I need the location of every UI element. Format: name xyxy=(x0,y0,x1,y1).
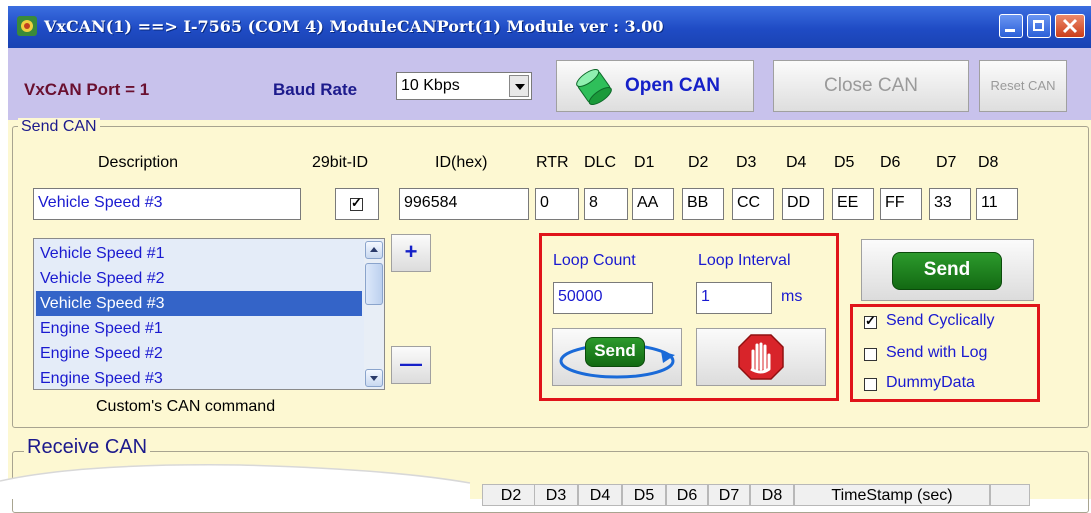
port-label: VxCAN Port = 1 xyxy=(24,80,150,99)
d4-field[interactable]: DD xyxy=(782,188,824,220)
page-curl-overlay xyxy=(0,464,471,499)
bit29-checkbox[interactable] xyxy=(350,195,363,211)
send-with-log-label: Send with Log xyxy=(886,344,988,361)
window-title: VxCAN(1) ==> I-7565 (COM 4) ModuleCANPor… xyxy=(44,17,664,36)
stop-hand-icon xyxy=(738,334,784,380)
send-cyclically-label: Send Cyclically xyxy=(886,312,995,329)
loop-count-label: Loop Count xyxy=(553,252,636,269)
description-header: Description xyxy=(98,154,179,171)
d3-header: D3 xyxy=(736,154,757,171)
d3-field[interactable]: CC xyxy=(732,188,774,220)
rtr-header: RTR xyxy=(536,154,569,171)
d1-field[interactable]: AA xyxy=(632,188,674,220)
scroll-thumb[interactable] xyxy=(365,263,383,305)
loop-send-button[interactable]: Send xyxy=(552,328,682,386)
d5-header: D5 xyxy=(834,154,855,171)
baud-rate-value: 10 Kbps xyxy=(401,77,460,94)
interval-unit-label: ms xyxy=(781,288,803,305)
remove-command-button[interactable]: — xyxy=(391,346,431,384)
loop-interval-field[interactable]: 1 xyxy=(696,282,772,314)
baud-rate-label: Baud Rate xyxy=(273,80,358,99)
title-bar[interactable]: VxCAN(1) ==> I-7565 (COM 4) ModuleCANPor… xyxy=(8,6,1091,48)
d6-field[interactable]: FF xyxy=(880,188,922,220)
chevron-down-icon[interactable] xyxy=(509,75,529,97)
d7-field[interactable]: 33 xyxy=(929,188,971,220)
close-can-button[interactable]: Close CAN xyxy=(773,60,969,112)
list-item[interactable]: Vehicle Speed #1 xyxy=(36,241,362,266)
d6-header: D6 xyxy=(880,154,901,171)
custom-command-label: Custom's CAN command xyxy=(96,398,276,415)
dlc-header: DLC xyxy=(584,154,617,171)
dlc-field[interactable]: 8 xyxy=(584,188,628,220)
list-scrollbar[interactable] xyxy=(364,239,384,389)
d2-header: D2 xyxy=(688,154,709,171)
loop-count-field[interactable]: 50000 xyxy=(553,282,653,314)
dummy-data-checkbox[interactable] xyxy=(864,378,877,391)
send-button[interactable]: Send xyxy=(861,239,1034,301)
minimize-button[interactable] xyxy=(999,14,1023,38)
id-hex-field[interactable]: 996584 xyxy=(399,188,529,220)
loop-send-label: Send xyxy=(585,337,645,367)
rtr-field[interactable]: 0 xyxy=(535,188,579,220)
send-can-legend: Send CAN xyxy=(18,118,100,136)
scroll-up-icon[interactable] xyxy=(365,241,383,259)
can-cylinder-icon xyxy=(576,69,612,105)
open-can-label: Open CAN xyxy=(625,75,720,96)
description-field[interactable]: Vehicle Speed #3 xyxy=(33,188,301,220)
reset-can-button[interactable]: Reset CAN xyxy=(979,60,1067,112)
send-cyclically-checkbox[interactable] xyxy=(864,313,877,329)
list-item[interactable]: Engine Speed #1 xyxy=(36,316,362,341)
baud-rate-select[interactable]: 10 Kbps xyxy=(396,72,532,100)
open-can-button[interactable]: Open CAN xyxy=(556,60,754,112)
list-item-selected[interactable]: Vehicle Speed #3 xyxy=(36,291,362,316)
app-icon xyxy=(17,16,37,36)
loop-interval-label: Loop Interval xyxy=(698,252,791,269)
id-hex-header: ID(hex) xyxy=(435,154,488,171)
close-icon xyxy=(1062,18,1078,34)
d5-field[interactable]: EE xyxy=(832,188,874,220)
app-window: VxCAN(1) ==> I-7565 (COM 4) ModuleCANPor… xyxy=(8,6,1091,513)
stop-loop-button[interactable] xyxy=(696,328,826,386)
close-window-button[interactable] xyxy=(1055,14,1085,38)
d1-header: D1 xyxy=(634,154,655,171)
d8-field[interactable]: 11 xyxy=(976,188,1018,220)
list-item[interactable]: Vehicle Speed #2 xyxy=(36,266,362,291)
bit29-checkbox-cell[interactable] xyxy=(335,188,379,220)
send-with-log-checkbox[interactable] xyxy=(864,348,877,361)
send-label: Send xyxy=(892,252,1002,290)
add-command-button[interactable]: + xyxy=(391,234,431,272)
d7-header: D7 xyxy=(936,154,957,171)
maximize-button[interactable] xyxy=(1027,14,1051,38)
dummy-data-label: DummyData xyxy=(886,374,975,391)
bit29-header: 29bit-ID xyxy=(312,154,369,171)
d8-header: D8 xyxy=(978,154,999,171)
can-command-list[interactable]: Vehicle Speed #1 Vehicle Speed #2 Vehicl… xyxy=(33,238,385,390)
scroll-down-icon[interactable] xyxy=(365,369,383,387)
list-item[interactable]: Engine Speed #2 xyxy=(36,341,362,366)
d2-field[interactable]: BB xyxy=(682,188,724,220)
d4-header: D4 xyxy=(786,154,807,171)
list-item[interactable]: Engine Speed #3 xyxy=(36,366,362,389)
